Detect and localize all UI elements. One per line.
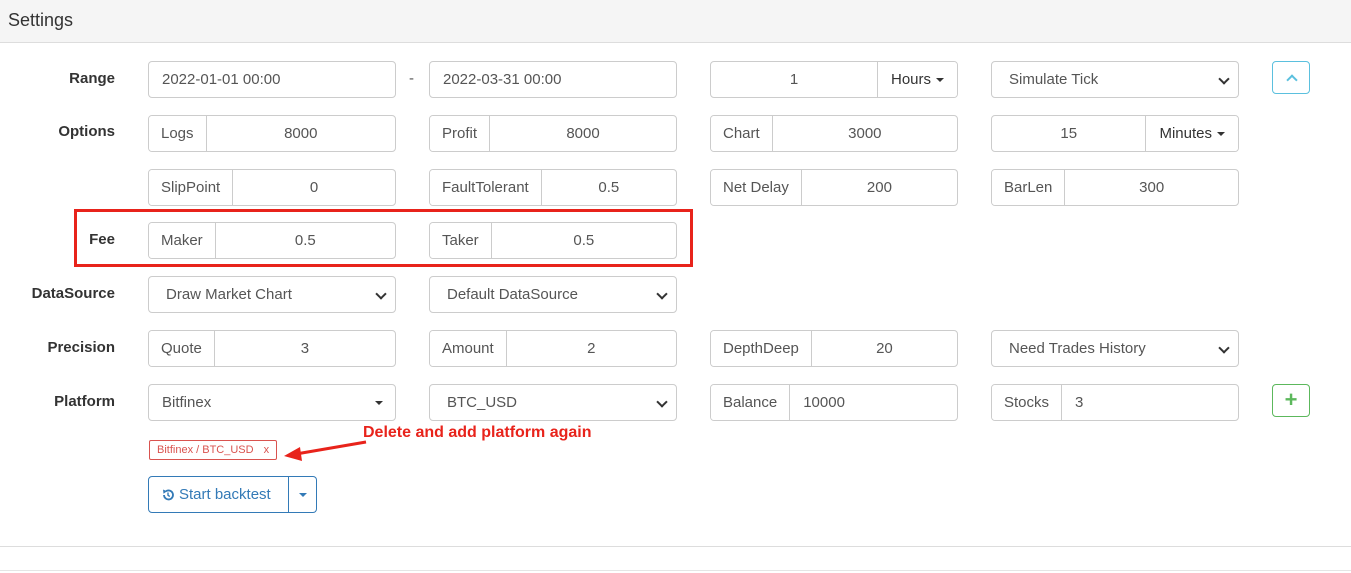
barlen-value[interactable]: 300 [1065,170,1238,205]
precision-label: Precision [47,339,115,356]
caret-down-icon [298,492,307,497]
period-unit-label: Hours [890,71,931,88]
kline-unit-dropdown[interactable]: Minutes [1145,116,1238,151]
balance-value[interactable]: 10000 [790,385,957,420]
chart-value[interactable]: 3000 [773,116,957,151]
faulttolerant-value[interactable]: 0.5 [542,170,676,205]
chevron-down-icon [1218,73,1230,85]
add-platform-button[interactable]: + [1272,384,1310,417]
quote-addon: Quote [149,331,215,366]
maker-addon: Maker [149,223,216,258]
chart-addon: Chart [711,116,773,151]
collapse-button[interactable] [1272,61,1310,94]
chevron-down-icon [656,396,668,408]
chart-mode-value: Draw Market Chart [166,286,292,303]
period-value[interactable]: 1 [711,62,877,97]
platform-tag: Bitfinex / BTC_USD x [149,440,278,460]
pair-value: BTC_USD [447,394,518,411]
chevron-down-icon [375,288,387,300]
slippoint-addon: SlipPoint [149,170,234,205]
taker-fee-field[interactable]: Taker 0.5 [429,222,677,259]
datasource-label: DataSource [31,285,115,302]
maker-fee-field[interactable]: Maker 0.5 [148,222,396,259]
annotation-text: Delete and add platform again [363,424,592,441]
kline-period-group[interactable]: 15 Minutes [991,115,1239,152]
taker-value[interactable]: 0.5 [492,223,676,258]
profit-addon: Profit [430,116,491,151]
trades-history-select[interactable]: Need Trades History [991,330,1239,367]
exchange-select[interactable]: Bitfinex [148,384,396,421]
netdelay-value[interactable]: 200 [802,170,957,205]
logs-value[interactable]: 8000 [207,116,395,151]
taker-addon: Taker [430,223,492,258]
platform-label: Platform [54,393,115,410]
start-backtest-label: Start backtest [179,486,271,503]
slippoint-field[interactable]: SlipPoint 0 [148,169,396,206]
start-backtest-dropdown-toggle[interactable] [289,476,317,513]
remove-platform-icon[interactable]: x [264,444,270,456]
datasource-select[interactable]: Default DataSource [429,276,677,313]
barlen-addon: BarLen [992,170,1066,205]
range-start-value: 2022-01-01 00:00 [162,71,281,88]
panel-footer-divider [0,546,1351,573]
depth-field[interactable]: DepthDeep 20 [710,330,958,367]
range-separator: - [409,70,414,87]
barlen-field[interactable]: BarLen 300 [991,169,1239,206]
panel-title: Settings [8,10,74,30]
profit-value[interactable]: 8000 [490,116,676,151]
chevron-down-icon [1218,342,1230,354]
quote-value[interactable]: 3 [215,331,395,366]
caret-down-icon [1217,131,1225,136]
amount-addon: Amount [430,331,507,366]
start-backtest-split-button[interactable]: Start backtest [148,476,317,513]
chevron-down-icon [656,288,668,300]
netdelay-field[interactable]: Net Delay 200 [710,169,958,206]
chevron-up-icon [1286,74,1298,86]
mode-select[interactable]: Simulate Tick [991,61,1239,98]
stocks-value[interactable]: 3 [1062,385,1238,420]
amount-precision-field[interactable]: Amount 2 [429,330,677,367]
history-icon [163,489,174,500]
quote-precision-field[interactable]: Quote 3 [148,330,396,367]
options-label: Options [58,123,115,140]
period-unit-dropdown[interactable]: Hours [876,62,957,97]
depth-addon: DepthDeep [711,331,812,366]
faulttolerant-addon: FaultTolerant [430,170,542,205]
faulttolerant-field[interactable]: FaultTolerant 0.5 [429,169,677,206]
caret-down-icon [375,401,383,405]
profit-field[interactable]: Profit 8000 [429,115,677,152]
start-backtest-button[interactable]: Start backtest [148,476,289,513]
chart-mode-select[interactable]: Draw Market Chart [148,276,396,313]
range-label: Range [69,70,115,87]
balance-addon: Balance [711,385,791,420]
netdelay-addon: Net Delay [711,170,802,205]
annotation-arrow-icon [284,440,367,461]
platform-tag-label: Bitfinex / BTC_USD [157,444,254,456]
depth-value[interactable]: 20 [812,331,957,366]
stocks-addon: Stocks [992,385,1063,420]
exchange-value: Bitfinex [162,394,212,411]
range-end-value: 2022-03-31 00:00 [443,71,562,88]
kline-value[interactable]: 15 [992,116,1145,151]
datasource-value: Default DataSource [447,286,578,303]
plus-icon: + [1284,387,1298,412]
period-input-group[interactable]: 1 Hours [710,61,958,98]
logs-field[interactable]: Logs 8000 [148,115,396,152]
kline-unit-label: Minutes [1159,125,1212,142]
range-start-input[interactable]: 2022-01-01 00:00 [148,61,396,98]
settings-panel-header: Settings [0,0,1351,43]
balance-field[interactable]: Balance 10000 [710,384,958,421]
logs-addon: Logs [149,116,207,151]
amount-value[interactable]: 2 [507,331,676,366]
range-end-input[interactable]: 2022-03-31 00:00 [429,61,677,98]
slippoint-value[interactable]: 0 [233,170,395,205]
maker-value[interactable]: 0.5 [216,223,395,258]
mode-select-value: Simulate Tick [1009,71,1099,88]
pair-select[interactable]: BTC_USD [429,384,677,421]
stocks-field[interactable]: Stocks 3 [991,384,1239,421]
caret-down-icon [936,77,944,82]
trades-history-value: Need Trades History [1009,340,1146,357]
chart-field[interactable]: Chart 3000 [710,115,958,152]
